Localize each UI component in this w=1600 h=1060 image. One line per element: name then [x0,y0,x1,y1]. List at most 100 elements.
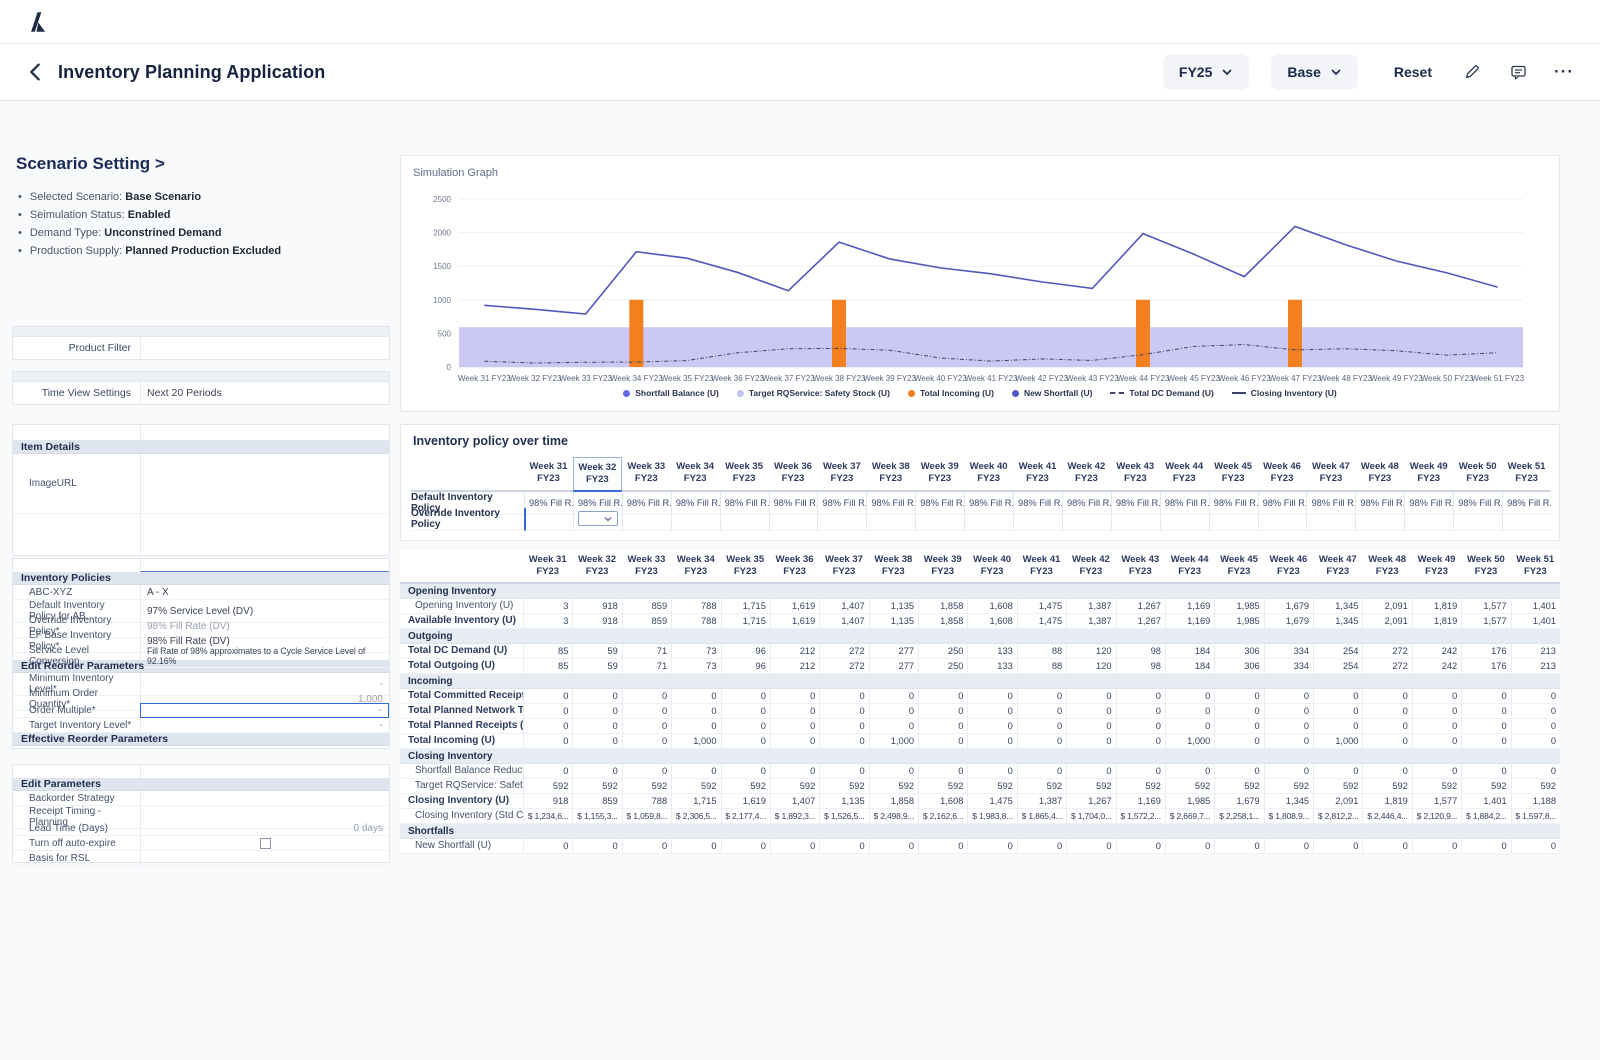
policy-cell[interactable] [1111,508,1160,531]
value-cell[interactable]: 1,000 [869,734,918,749]
scenario-version-dropdown[interactable]: Base [1271,54,1357,90]
week-header[interactable]: Week 46FY23 [1258,457,1307,492]
policy-cell[interactable] [671,508,720,531]
value-cell[interactable]: 592 [622,779,671,794]
value-cell[interactable]: 0 [967,704,1016,719]
value-cell[interactable]: 592 [1412,779,1461,794]
value-cell[interactable]: 0 [770,734,819,749]
value-cell[interactable]: 592 [967,779,1016,794]
value-cell[interactable]: 1,577 [1412,794,1461,809]
value-cell[interactable]: 1,387 [1066,614,1115,629]
value-cell[interactable]: 0 [1313,719,1362,734]
value-cell[interactable]: 0 [523,689,572,704]
value-cell[interactable]: $ 1,597,8... [1511,809,1560,824]
value-cell[interactable]: 1,401 [1511,599,1560,614]
value-cell[interactable]: 1,715 [671,794,720,809]
value-cell[interactable]: 0 [1264,734,1313,749]
policy-cell[interactable] [524,508,573,531]
value-cell[interactable]: 71 [622,644,671,659]
value-cell[interactable]: 0 [918,704,967,719]
value-cell[interactable]: 334 [1264,659,1313,674]
parameter-value[interactable] [140,851,389,866]
value-cell[interactable]: 0 [523,704,572,719]
week-header[interactable]: Week 43FY23 [1111,457,1160,492]
value-cell[interactable]: 213 [1511,644,1560,659]
value-cell[interactable]: 1,188 [1511,794,1560,809]
week-header[interactable]: Week 51FY23 [1511,550,1560,584]
value-cell[interactable]: 0 [721,764,770,779]
value-cell[interactable]: 0 [1412,839,1461,854]
value-cell[interactable]: 0 [1461,839,1510,854]
value-cell[interactable]: $ 2,498,9... [869,809,918,824]
policy-cell[interactable] [1062,508,1111,531]
value-cell[interactable]: 1,407 [770,794,819,809]
value-cell[interactable]: 0 [1165,704,1214,719]
week-header[interactable]: Week 50FY23 [1461,550,1510,584]
value-cell[interactable]: 0 [1362,719,1411,734]
value-cell[interactable]: 788 [671,614,720,629]
value-cell[interactable]: 98 [1116,644,1165,659]
parameter-value[interactable]: 0 days [140,821,389,836]
value-cell[interactable]: 0 [1362,839,1411,854]
week-header[interactable]: Week 38FY23 [866,457,915,492]
value-cell[interactable]: 184 [1165,659,1214,674]
week-header[interactable]: Week 49FY23 [1404,457,1453,492]
value-cell[interactable]: 133 [967,644,1016,659]
value-cell[interactable]: 0 [721,839,770,854]
value-cell[interactable]: 1,267 [1116,599,1165,614]
value-cell[interactable]: 0 [1214,839,1263,854]
value-cell[interactable]: 306 [1214,659,1263,674]
value-cell[interactable]: 0 [1313,704,1362,719]
value-cell[interactable]: 1,715 [721,614,770,629]
scenario-setting-title[interactable]: Scenario Setting > [16,154,165,174]
value-cell[interactable]: 0 [622,839,671,854]
value-cell[interactable]: 272 [819,644,868,659]
value-cell[interactable]: 0 [1116,719,1165,734]
value-cell[interactable]: 0 [1214,764,1263,779]
value-cell[interactable]: 0 [1511,764,1560,779]
value-cell[interactable]: 133 [967,659,1016,674]
value-cell[interactable]: 0 [1461,764,1510,779]
value-cell[interactable]: 242 [1412,644,1461,659]
parameter-value[interactable]: A - X [140,585,389,600]
value-cell[interactable]: 1,577 [1461,614,1510,629]
week-header[interactable]: Week 33FY23 [622,457,671,492]
value-cell[interactable]: 0 [918,689,967,704]
value-cell[interactable]: 592 [918,779,967,794]
week-header[interactable]: Week 37FY23 [819,550,868,584]
week-header[interactable]: Week 42FY23 [1062,457,1111,492]
value-cell[interactable]: 0 [1511,719,1560,734]
override-policy-dropdown[interactable] [578,511,618,526]
value-cell[interactable]: 0 [1017,839,1066,854]
value-cell[interactable]: 0 [1214,689,1263,704]
value-cell[interactable]: 0 [967,839,1016,854]
value-cell[interactable]: $ 1,884,2... [1461,809,1510,824]
policy-cell[interactable] [817,508,866,531]
value-cell[interactable]: 0 [721,734,770,749]
value-cell[interactable]: 592 [869,779,918,794]
value-cell[interactable]: 85 [523,659,572,674]
value-cell[interactable]: 1,475 [1017,599,1066,614]
value-cell[interactable]: 0 [1511,704,1560,719]
value-cell[interactable]: 2,091 [1313,794,1362,809]
value-cell[interactable]: $ 1,234,6... [523,809,572,824]
value-cell[interactable]: $ 1,704,0... [1066,809,1115,824]
policy-cell[interactable] [1404,508,1453,531]
value-cell[interactable]: 1,135 [869,599,918,614]
value-cell[interactable]: 1,169 [1116,794,1165,809]
value-cell[interactable]: 918 [523,794,572,809]
value-cell[interactable]: $ 2,258,1... [1214,809,1263,824]
value-cell[interactable]: 0 [1412,719,1461,734]
value-cell[interactable]: 0 [1511,734,1560,749]
policy-cell[interactable] [1160,508,1209,531]
value-cell[interactable]: 176 [1461,644,1510,659]
value-cell[interactable]: 71 [622,659,671,674]
value-cell[interactable]: 1,401 [1461,794,1510,809]
value-cell[interactable]: 0 [671,839,720,854]
week-header[interactable]: Week 48FY23 [1362,550,1411,584]
value-cell[interactable]: 592 [1511,779,1560,794]
value-cell[interactable]: 1,858 [918,614,967,629]
policy-cell[interactable] [622,508,671,531]
value-cell[interactable]: 0 [721,689,770,704]
value-cell[interactable]: 1,819 [1412,614,1461,629]
